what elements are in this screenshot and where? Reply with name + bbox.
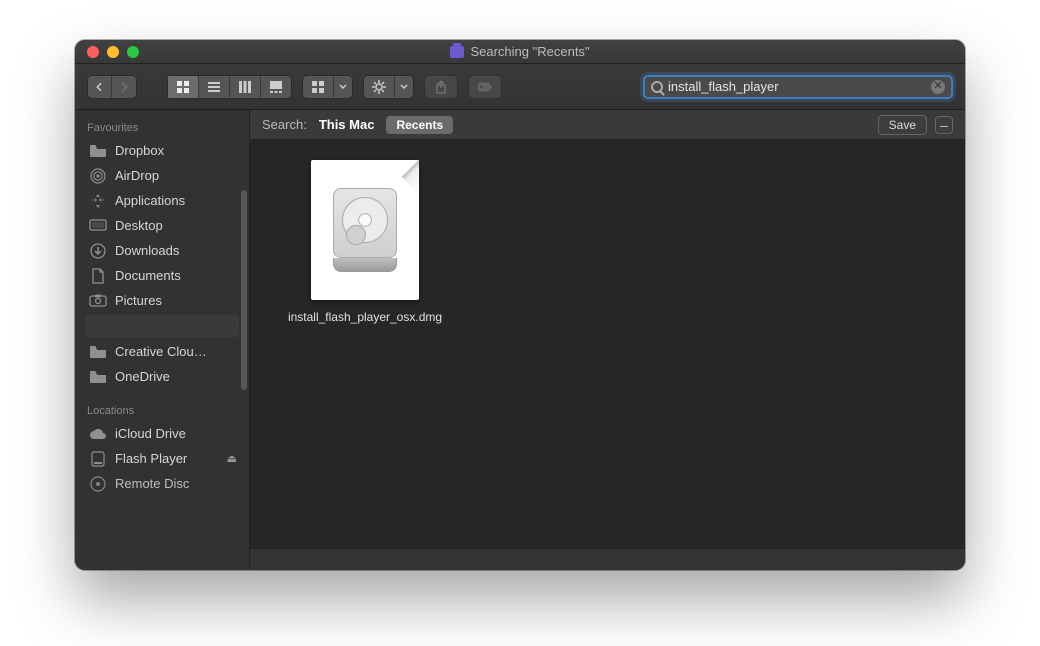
group-by-menu[interactable] xyxy=(302,75,353,99)
save-search-button[interactable]: Save xyxy=(878,115,927,135)
sidebar-item-label: AirDrop xyxy=(115,168,159,183)
sidebar: Favourites Dropbox AirDrop Applications … xyxy=(75,110,250,570)
icloud-icon xyxy=(89,427,107,441)
sidebar-item-airdrop[interactable]: AirDrop xyxy=(75,163,249,188)
smart-folder-icon xyxy=(450,46,464,58)
sidebar-item-pictures[interactable]: Pictures xyxy=(75,288,249,313)
scope-this-mac[interactable]: This Mac xyxy=(319,117,375,132)
sidebar-item-label: Desktop xyxy=(115,218,163,233)
search-icon xyxy=(651,81,663,93)
main-area: Search: This Mac Recents Save – xyxy=(250,110,965,570)
scope-recents[interactable]: Recents xyxy=(386,116,453,134)
sidebar-item-label: Flash Player xyxy=(115,451,187,466)
chevron-down-icon xyxy=(395,76,413,98)
sidebar-item-applications[interactable]: Applications xyxy=(75,188,249,213)
airdrop-icon xyxy=(89,169,107,183)
sidebar-item-label: Applications xyxy=(115,193,185,208)
folder-icon xyxy=(89,144,107,158)
share-button[interactable] xyxy=(424,75,458,99)
titlebar: Searching "Recents" xyxy=(75,40,965,64)
action-menu[interactable] xyxy=(363,75,414,99)
sidebar-item-downloads[interactable]: Downloads xyxy=(75,238,249,263)
folder-icon xyxy=(89,370,107,384)
file-grid[interactable]: install_flash_player_osx.dmg xyxy=(250,140,965,548)
sidebar-item-flash-player[interactable]: Flash Player ⏏ xyxy=(75,446,249,471)
sidebar-scrollbar[interactable] xyxy=(241,190,247,390)
tags-button[interactable] xyxy=(468,75,502,99)
minimize-window-button[interactable] xyxy=(107,46,119,58)
list-view-button[interactable] xyxy=(199,76,230,98)
sidebar-item-icloud[interactable]: iCloud Drive xyxy=(75,421,249,446)
group-icon xyxy=(303,76,334,98)
traffic-lights xyxy=(87,46,139,58)
search-input[interactable] xyxy=(668,79,931,94)
path-bar xyxy=(250,548,965,570)
window-title: Searching "Recents" xyxy=(75,44,965,59)
disk-icon xyxy=(89,452,107,466)
view-mode-selector xyxy=(167,75,292,99)
eject-icon[interactable]: ⏏ xyxy=(227,452,237,465)
sidebar-item-onedrive[interactable]: OneDrive xyxy=(75,364,249,389)
nav-buttons xyxy=(87,75,137,99)
sidebar-header-locations: Locations xyxy=(75,399,249,421)
finder-window: Searching "Recents" xyxy=(75,40,965,570)
gallery-view-button[interactable] xyxy=(261,76,291,98)
back-button[interactable] xyxy=(88,76,112,98)
toolbar: ✕ xyxy=(75,64,965,110)
search-field[interactable]: ✕ xyxy=(643,75,953,99)
sidebar-item-label: Creative Clou… xyxy=(115,344,207,359)
close-window-button[interactable] xyxy=(87,46,99,58)
desktop-icon xyxy=(89,219,107,233)
gear-icon xyxy=(364,76,395,98)
sidebar-item-label: Remote Disc xyxy=(115,476,189,491)
zoom-window-button[interactable] xyxy=(127,46,139,58)
file-name: install_flash_player_osx.dmg xyxy=(288,310,442,324)
sidebar-item-label: Documents xyxy=(115,268,181,283)
sidebar-item-label: iCloud Drive xyxy=(115,426,186,441)
title-text: Searching "Recents" xyxy=(470,44,589,59)
pictures-icon xyxy=(89,294,107,308)
icon-view-button[interactable] xyxy=(168,76,199,98)
scope-label: Search: xyxy=(262,117,307,132)
sidebar-item-desktop[interactable]: Desktop xyxy=(75,213,249,238)
file-item[interactable]: install_flash_player_osx.dmg xyxy=(270,160,460,324)
documents-icon xyxy=(89,269,107,283)
sidebar-item-remote-disc[interactable]: Remote Disc xyxy=(75,471,249,496)
sidebar-header-favourites: Favourites xyxy=(75,116,249,138)
sidebar-item-label: OneDrive xyxy=(115,369,170,384)
sidebar-item-documents[interactable]: Documents xyxy=(75,263,249,288)
dmg-file-icon xyxy=(311,160,419,300)
sidebar-item-label: Downloads xyxy=(115,243,179,258)
remove-criteria-button[interactable]: – xyxy=(935,116,953,134)
chevron-down-icon xyxy=(334,76,352,98)
sidebar-item-dropbox[interactable]: Dropbox xyxy=(75,138,249,163)
column-view-button[interactable] xyxy=(230,76,261,98)
content: Favourites Dropbox AirDrop Applications … xyxy=(75,110,965,570)
applications-icon xyxy=(89,194,107,208)
downloads-icon xyxy=(89,244,107,258)
disc-icon xyxy=(89,477,107,491)
sidebar-item-creative-cloud[interactable]: Creative Clou… xyxy=(75,339,249,364)
folder-icon xyxy=(89,345,107,359)
sidebar-item-label: Dropbox xyxy=(115,143,164,158)
search-scope-bar: Search: This Mac Recents Save – xyxy=(250,110,965,140)
sidebar-item-blank[interactable] xyxy=(85,315,239,337)
sidebar-item-label: Pictures xyxy=(115,293,162,308)
forward-button[interactable] xyxy=(112,76,136,98)
clear-search-button[interactable]: ✕ xyxy=(931,80,945,94)
